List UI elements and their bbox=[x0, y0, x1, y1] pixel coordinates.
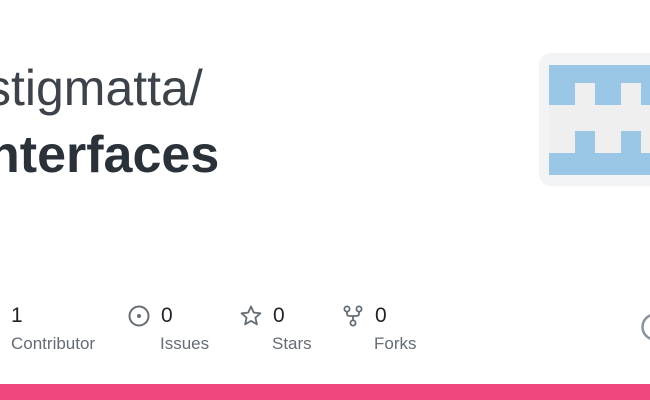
stars-count: 0 bbox=[273, 304, 285, 327]
forks-label: Forks bbox=[374, 334, 417, 353]
owner-avatar[interactable] bbox=[539, 53, 650, 186]
repo-stats: 1 Contributor 0 Issues 0 Stars 0 Forks bbox=[0, 300, 650, 360]
stat-issues[interactable]: 0 Issues bbox=[127, 300, 209, 360]
repo-forked-icon bbox=[341, 304, 365, 328]
issues-label: Issues bbox=[160, 334, 210, 353]
repo-social-card: stigmatta/ nterfaces 1 Contributor 0 Iss… bbox=[0, 0, 650, 400]
contributors-label: Contributor bbox=[11, 334, 96, 353]
star-icon bbox=[239, 304, 263, 328]
language-color-bar bbox=[0, 384, 650, 400]
repo-name[interactable]: nterfaces bbox=[0, 124, 219, 186]
forks-count: 0 bbox=[375, 304, 387, 327]
stat-forks[interactable]: 0 Forks bbox=[341, 300, 417, 360]
stars-label: Stars bbox=[272, 334, 312, 353]
issue-opened-icon bbox=[127, 304, 151, 328]
stat-stars[interactable]: 0 Stars bbox=[239, 300, 312, 360]
stat-contributors[interactable]: 1 Contributor bbox=[11, 300, 95, 360]
identicon-avatar bbox=[539, 53, 650, 186]
issues-count: 0 bbox=[161, 304, 173, 327]
github-logo-icon bbox=[640, 312, 650, 342]
contributors-count: 1 bbox=[11, 304, 23, 327]
repo-owner[interactable]: stigmatta/ bbox=[0, 58, 203, 118]
